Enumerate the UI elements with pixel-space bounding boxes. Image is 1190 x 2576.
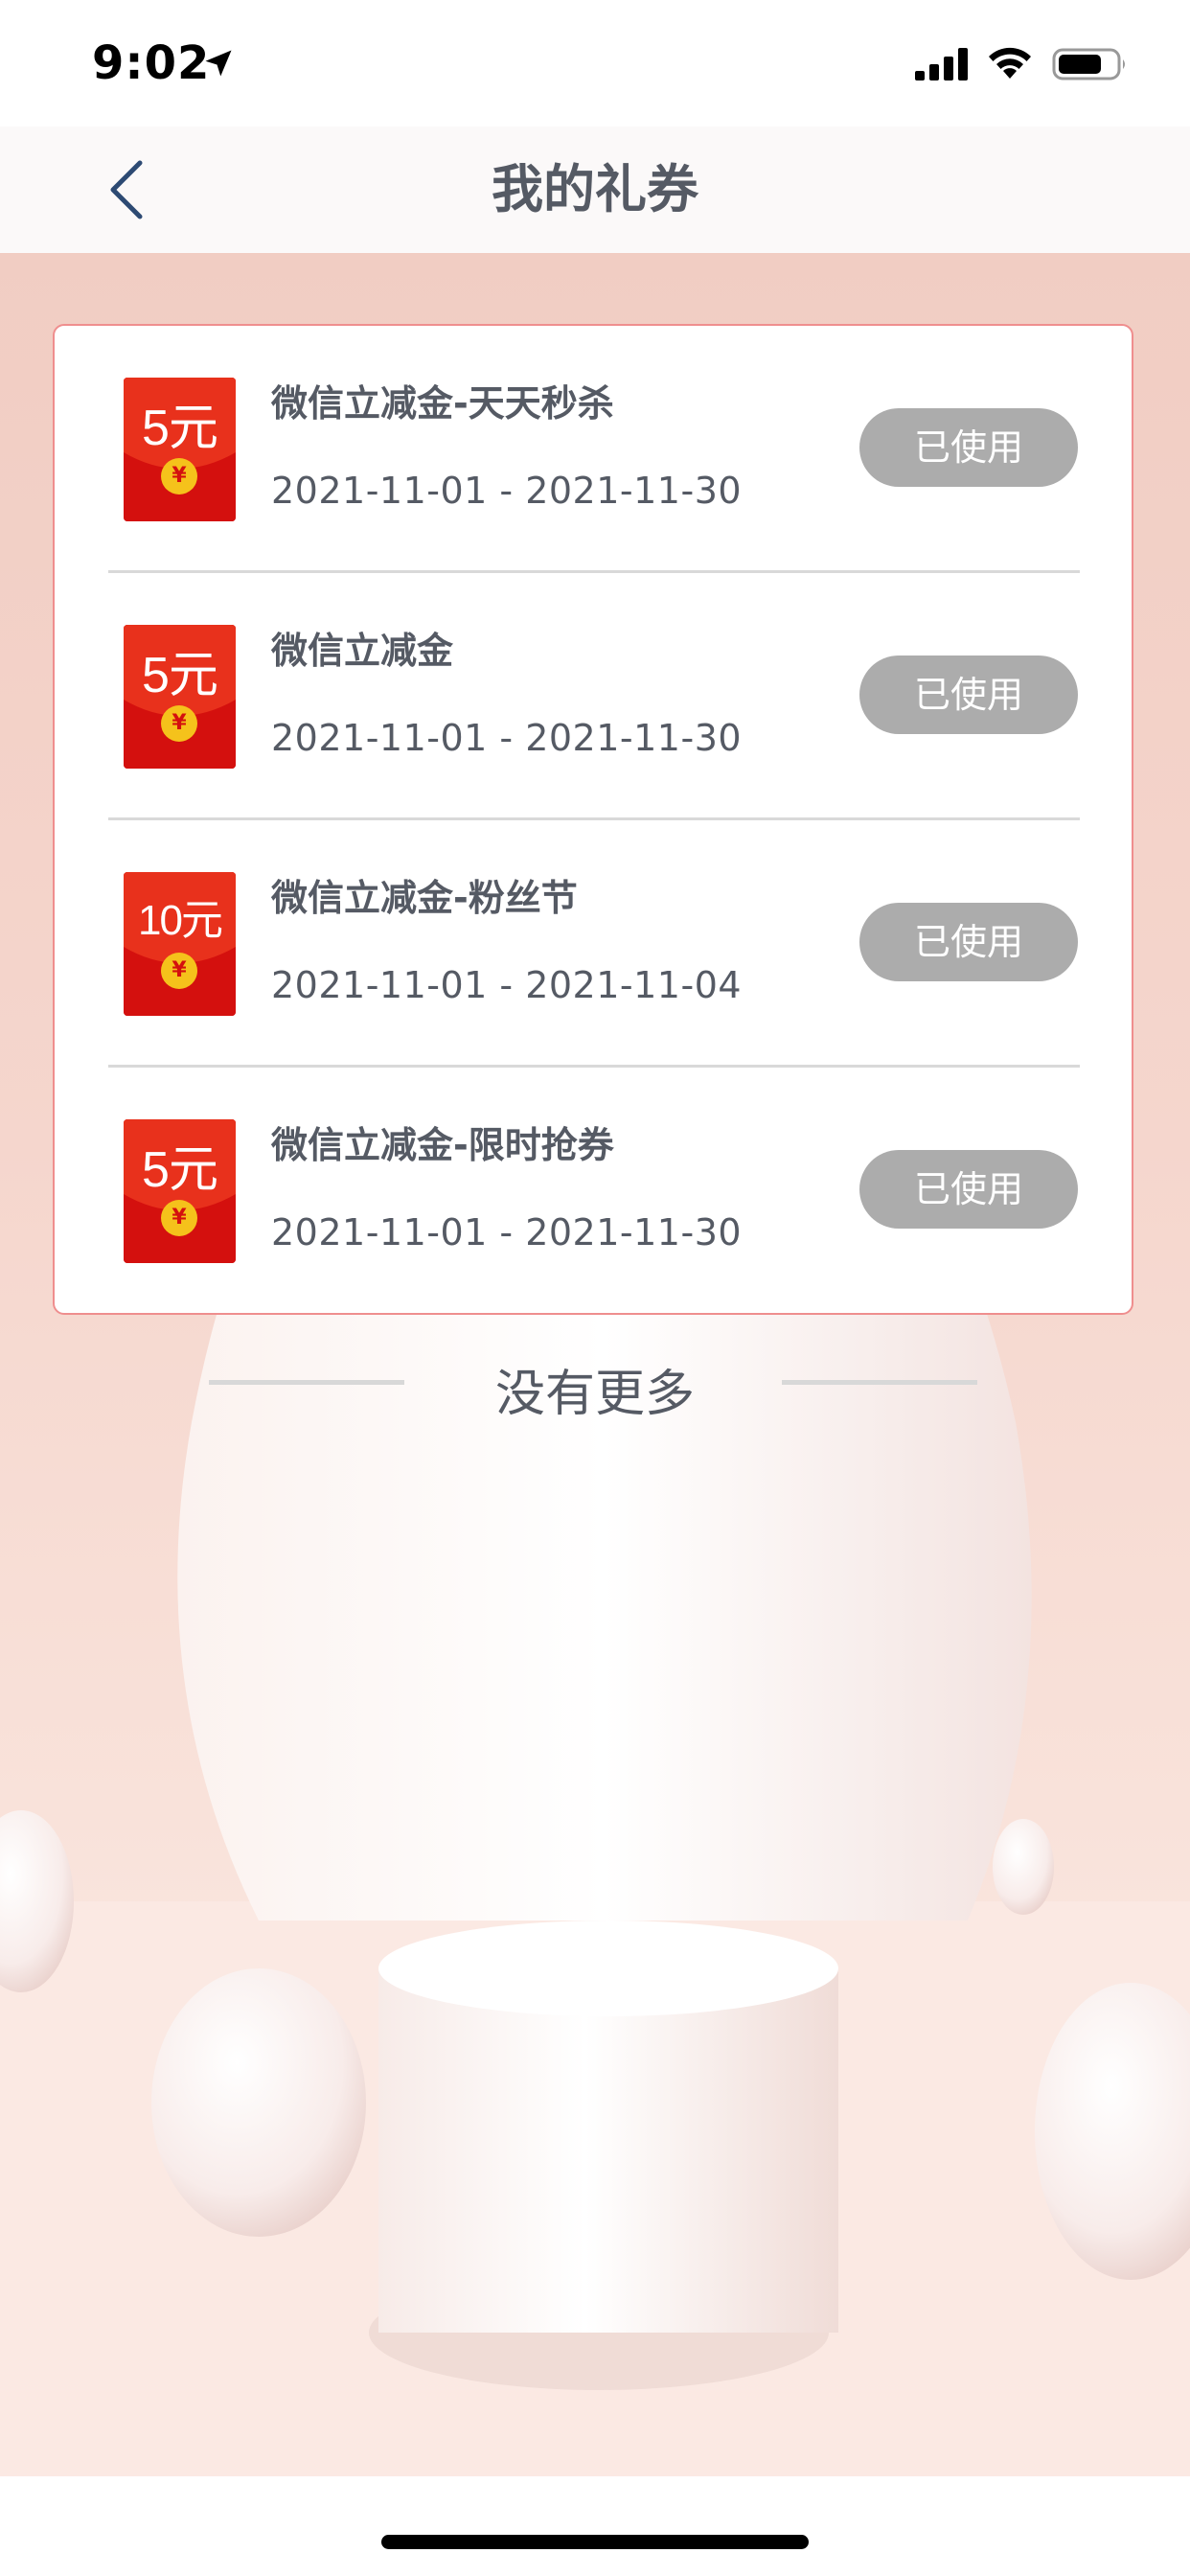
coupon-amount: 5元	[142, 648, 218, 703]
location-arrow-icon	[205, 50, 232, 77]
coupon-list-card: 5元 ¥ 微信立减金-天天秒杀 2021-11-01 - 2021-11-30 …	[53, 324, 1133, 1315]
coupon-name: 微信立减金	[271, 630, 454, 672]
red-packet-icon: 5元 ¥	[124, 1119, 236, 1263]
coupon-date-range: 2021-11-01 - 2021-11-30	[271, 717, 743, 759]
status-bar: 9:02	[0, 0, 1190, 126]
divider-line-right	[782, 1380, 977, 1385]
back-chevron-icon[interactable]	[96, 155, 165, 224]
yuan-coin-icon: ¥	[161, 953, 197, 989]
coupon-date-range: 2021-11-01 - 2021-11-30	[271, 1211, 743, 1254]
yuan-coin-icon: ¥	[161, 458, 197, 494]
red-packet-icon: 10元 ¥	[124, 872, 236, 1016]
coupon-amount: 5元	[142, 401, 218, 456]
coupon-item[interactable]: 10元 ¥ 微信立减金-粉丝节 2021-11-01 - 2021-11-04 …	[55, 820, 1132, 1068]
coupon-amount: 10元	[138, 897, 223, 944]
used-status-button[interactable]: 已使用	[859, 656, 1078, 734]
used-status-button[interactable]: 已使用	[859, 408, 1078, 487]
wifi-icon	[989, 47, 1031, 79]
red-packet-icon: 5元 ¥	[124, 378, 236, 521]
coupon-amount: 5元	[142, 1142, 218, 1198]
coupon-date-range: 2021-11-01 - 2021-11-04	[271, 964, 743, 1006]
red-packet-icon: 5元 ¥	[124, 625, 236, 769]
coupon-item[interactable]: 5元 ¥ 微信立减金-限时抢券 2021-11-01 - 2021-11-30 …	[55, 1068, 1132, 1315]
cellular-signal-icon	[915, 48, 968, 80]
coupon-item[interactable]: 5元 ¥ 微信立减金-天天秒杀 2021-11-01 - 2021-11-30 …	[55, 326, 1132, 573]
no-more-indicator: 没有更多	[0, 1353, 1190, 1430]
yuan-coin-icon: ¥	[161, 1200, 197, 1236]
page-title: 我的礼券	[492, 159, 698, 219]
used-status-button[interactable]: 已使用	[859, 1150, 1078, 1229]
status-time: 9:02	[92, 36, 211, 90]
navigation-header: 我的礼券	[0, 126, 1190, 253]
home-indicator[interactable]	[381, 2535, 809, 2549]
yuan-coin-icon: ¥	[161, 705, 197, 742]
battery-icon	[1052, 48, 1125, 80]
coupon-name: 微信立减金-粉丝节	[271, 877, 578, 919]
coupon-name: 微信立减金-限时抢券	[271, 1124, 614, 1166]
home-indicator-area	[0, 2476, 1190, 2576]
no-more-text: 没有更多	[494, 1366, 695, 1423]
coupon-date-range: 2021-11-01 - 2021-11-30	[271, 470, 743, 512]
coupon-item[interactable]: 5元 ¥ 微信立减金 2021-11-01 - 2021-11-30 已使用	[55, 573, 1132, 820]
coupon-name: 微信立减金-天天秒杀	[271, 382, 614, 425]
used-status-button[interactable]: 已使用	[859, 903, 1078, 981]
